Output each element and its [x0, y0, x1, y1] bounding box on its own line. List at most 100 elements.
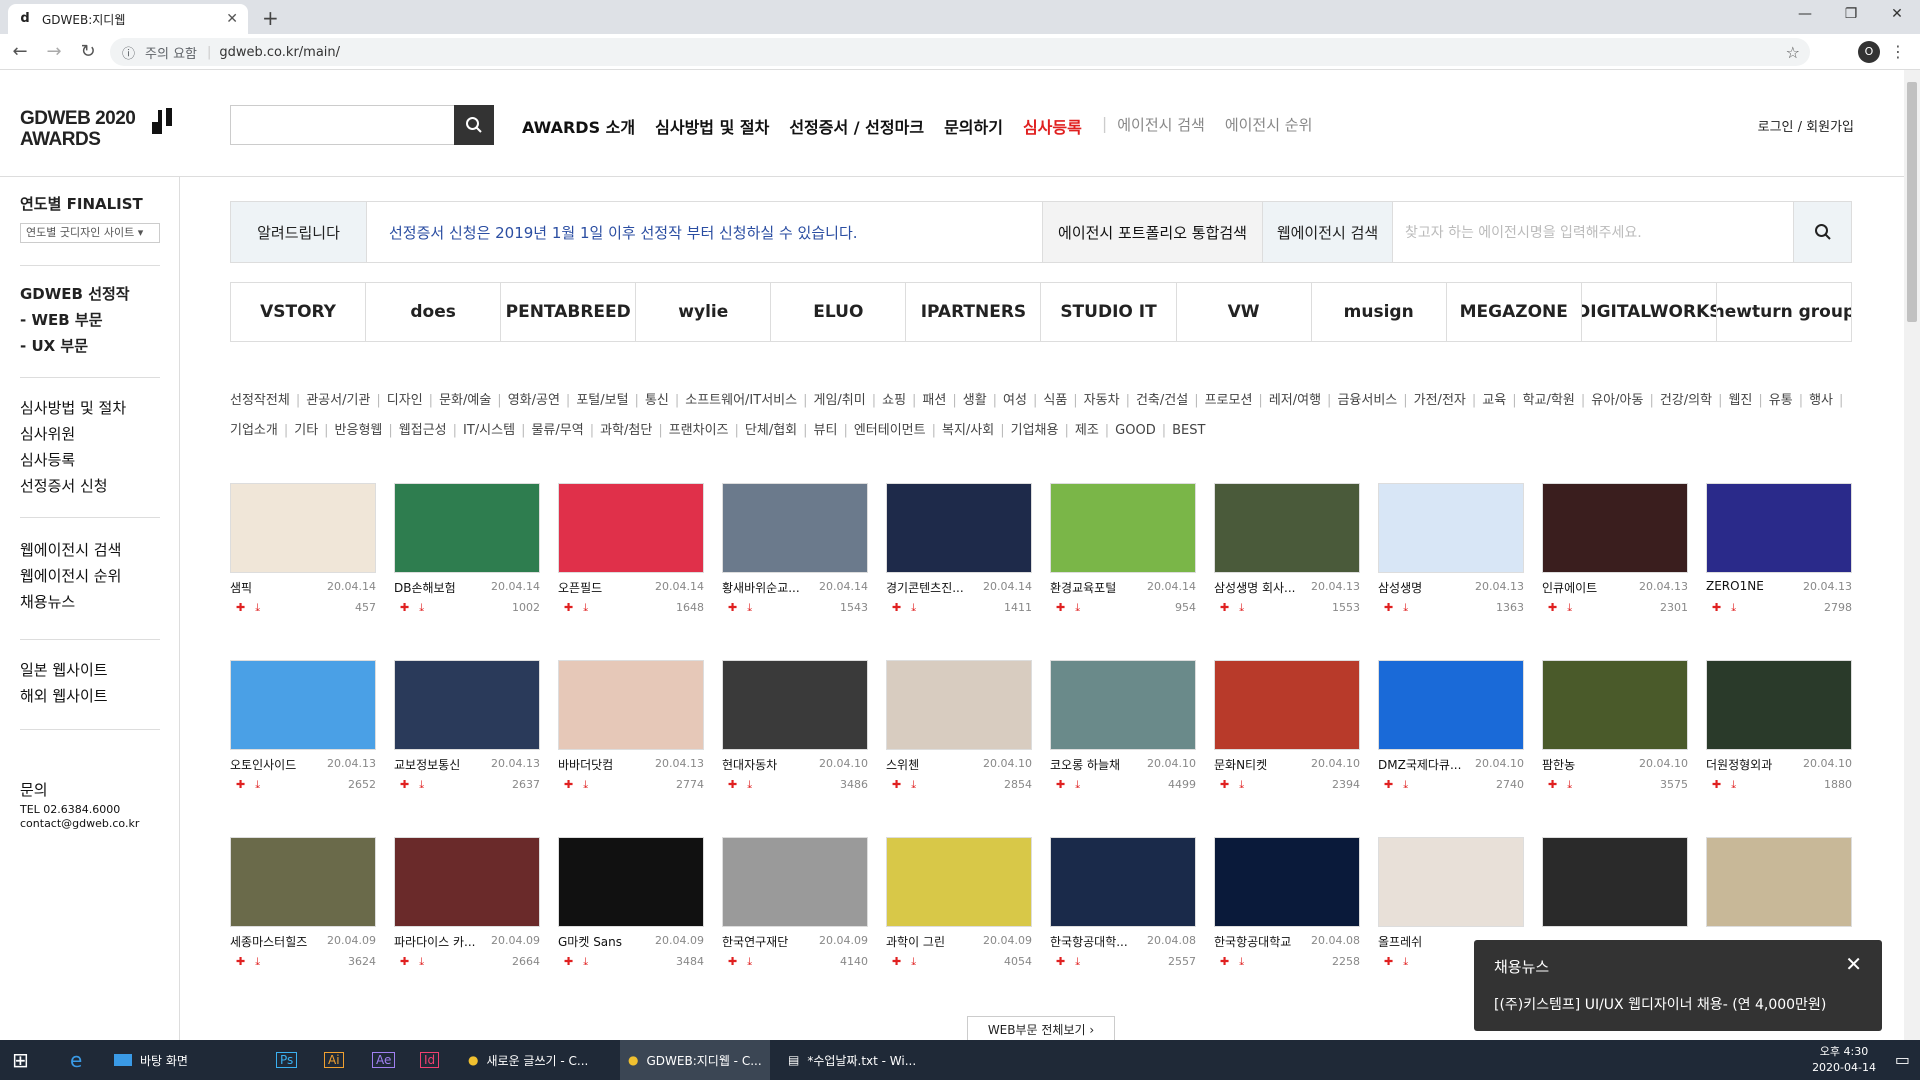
showcase-card[interactable]: ZERO1NE 20.04.13 ✚⤓ 2798 [1706, 483, 1852, 614]
contact-email[interactable]: contact@gdweb.co.kr [20, 817, 160, 831]
site-name[interactable]: ZERO1NE [1706, 579, 1801, 593]
showcase-card[interactable]: 삼성생명 회사... 20.04.13 ✚⤓ 1553 [1214, 483, 1360, 614]
category-link[interactable]: 선정작전체 [230, 386, 306, 416]
site-thumbnail[interactable] [1050, 660, 1196, 750]
showcase-card[interactable]: 삼성생명 20.04.13 ✚⤓ 1363 [1378, 483, 1524, 614]
nav-judging-process[interactable]: 심사방법 및 절차 [655, 114, 769, 138]
agency-logo[interactable]: does [366, 283, 502, 341]
taskbar-notepad[interactable]: ▤ *수업날짜.txt - Wi... [780, 1040, 930, 1080]
category-link[interactable]: 소프트웨어/IT서비스 [685, 386, 813, 416]
search-button[interactable] [454, 105, 494, 145]
sidebar-item-agency-search[interactable]: 웹에이전시 검색 [20, 537, 160, 563]
showcase-card[interactable]: 경기콘텐츠진... 20.04.14 ✚⤓ 1411 [886, 483, 1032, 614]
category-link[interactable]: 교육 [1482, 386, 1522, 416]
site-thumbnail[interactable] [230, 483, 376, 573]
agency-logo[interactable]: wylie [636, 283, 772, 341]
forward-icon[interactable]: → [40, 41, 68, 62]
sidebar-item-register[interactable]: 심사등록 [20, 447, 160, 473]
agency-logo[interactable]: musign [1312, 283, 1447, 341]
agency-logo[interactable]: PENTABREED [501, 283, 637, 341]
site-name[interactable]: 올프레쉬 [1378, 933, 1473, 950]
agency-logo[interactable]: VW [1177, 283, 1312, 341]
site-name[interactable]: 코오롱 하늘채 [1050, 756, 1145, 773]
category-link[interactable]: 과학/첨단 [600, 416, 669, 446]
sidebar-item-jobs[interactable]: 채용뉴스 [20, 589, 160, 615]
indesign-icon[interactable]: Id [412, 1040, 440, 1080]
site-name[interactable]: 오토인사이드 [230, 756, 325, 773]
site-name[interactable]: DMZ국제다큐... [1378, 756, 1473, 773]
showcase-card[interactable]: DMZ국제다큐... 20.04.10 ✚⤓ 2740 [1378, 660, 1524, 791]
category-link[interactable]: 기타 [294, 416, 334, 446]
site-thumbnail[interactable] [886, 483, 1032, 573]
like-download-icons[interactable]: ✚⤓ [728, 601, 762, 615]
category-link[interactable]: 복지/사회 [942, 416, 1011, 446]
like-download-icons[interactable]: ✚⤓ [1220, 955, 1254, 969]
view-all-web-button[interactable]: WEB부문 전체보기 › [967, 1016, 1115, 1040]
category-link[interactable]: 문화/예술 [439, 386, 508, 416]
category-link[interactable]: 자동차 [1084, 386, 1136, 416]
site-name[interactable]: 문화N티켓 [1214, 756, 1309, 773]
bookmark-star-icon[interactable]: ☆ [1786, 43, 1800, 62]
site-thumbnail[interactable] [1706, 660, 1852, 750]
showcase-card[interactable]: 파라다이스 카... 20.04.09 ✚⤓ 2664 [394, 837, 540, 968]
category-link[interactable]: 행사 [1809, 386, 1849, 416]
site-name[interactable]: 교보정보통신 [394, 756, 489, 773]
browser-tab[interactable]: d GDWEB:지디웹 ✕ [8, 4, 248, 34]
showcase-card[interactable]: 황새바위순교... 20.04.14 ✚⤓ 1543 [722, 483, 868, 614]
after-effects-icon[interactable]: Ae [364, 1040, 396, 1080]
site-name[interactable]: 현대자동차 [722, 756, 817, 773]
site-thumbnail[interactable] [886, 660, 1032, 750]
category-link[interactable]: 관공서/기관 [306, 386, 387, 416]
like-download-icons[interactable]: ✚⤓ [1548, 601, 1582, 615]
nav-certificate[interactable]: 선정증서 / 선정마크 [789, 114, 924, 138]
category-link[interactable]: 가전/전자 [1414, 386, 1483, 416]
category-link[interactable]: 단체/협회 [745, 416, 814, 446]
site-thumbnail[interactable] [1050, 837, 1196, 927]
category-link[interactable]: 쇼핑 [882, 386, 922, 416]
like-download-icons[interactable]: ✚⤓ [1056, 601, 1090, 615]
showcase-card[interactable]: 인큐에이트 20.04.13 ✚⤓ 2301 [1542, 483, 1688, 614]
site-name[interactable]: 한국항공대학교 [1214, 933, 1309, 950]
edge-icon[interactable]: e [62, 1040, 82, 1080]
site-name[interactable]: 바바더닷컴 [558, 756, 653, 773]
sidebar-item-gdweb[interactable]: GDWEB 선정작 [20, 281, 160, 307]
showcase-card[interactable]: 오픈필드 20.04.14 ✚⤓ 1648 [558, 483, 704, 614]
site-name[interactable]: 삼성생명 [1378, 579, 1473, 596]
category-link[interactable]: 웹진 [1728, 386, 1768, 416]
site-thumbnail[interactable] [1542, 483, 1688, 573]
site-name[interactable]: 더원정형외과 [1706, 756, 1801, 773]
site-name[interactable]: 팜한농 [1542, 756, 1637, 773]
like-download-icons[interactable]: ✚⤓ [400, 601, 434, 615]
category-link[interactable]: 건강/의학 [1660, 386, 1729, 416]
category-link[interactable]: 건축/건설 [1136, 386, 1205, 416]
category-link[interactable]: 기업채용 [1011, 416, 1075, 446]
category-link[interactable]: 엔터테이먼트 [854, 416, 942, 446]
like-download-icons[interactable]: ✚⤓ [236, 778, 270, 792]
showcase-card[interactable]: 스위첸 20.04.10 ✚⤓ 2854 [886, 660, 1032, 791]
site-name[interactable]: 경기콘텐츠진... [886, 579, 981, 596]
reload-icon[interactable]: ↻ [74, 41, 102, 62]
like-download-icons[interactable]: ✚⤓ [1056, 955, 1090, 969]
showcase-card[interactable]: 코오롱 하늘채 20.04.10 ✚⤓ 4499 [1050, 660, 1196, 791]
like-download-icons[interactable]: ✚⤓ [1548, 778, 1582, 792]
taskbar-chrome-2[interactable]: ● GDWEB:지디웹 - C... [620, 1040, 770, 1080]
notification-icon[interactable]: ▭ [1895, 1050, 1910, 1069]
category-link[interactable]: IT/시스템 [463, 416, 531, 446]
category-link[interactable]: 뷰티 [814, 416, 854, 446]
like-download-icons[interactable]: ✚⤓ [892, 778, 926, 792]
category-link[interactable]: 패션 [922, 386, 962, 416]
url-field[interactable]: ⓘ 주의 요함 | gdweb.co.kr/main/ ☆ [110, 38, 1810, 66]
category-link[interactable]: 웹접근성 [399, 416, 463, 446]
profile-avatar[interactable]: O [1858, 41, 1880, 63]
site-thumbnail[interactable] [1706, 837, 1852, 927]
menu-dots-icon[interactable]: ⋮ [1890, 42, 1906, 61]
windows-start-icon[interactable]: ⊞ [12, 1048, 29, 1072]
showcase-card[interactable]: 환경교육포털 20.04.14 ✚⤓ 954 [1050, 483, 1196, 614]
site-thumbnail[interactable] [1378, 660, 1524, 750]
site-name[interactable]: 한국항공대학... [1050, 933, 1145, 950]
like-download-icons[interactable]: ✚⤓ [400, 955, 434, 969]
category-link[interactable]: 제조 [1075, 416, 1115, 446]
site-name[interactable]: 세종마스터힐즈 [230, 933, 325, 950]
site-thumbnail[interactable] [558, 660, 704, 750]
like-download-icons[interactable]: ✚⤓ [236, 601, 270, 615]
